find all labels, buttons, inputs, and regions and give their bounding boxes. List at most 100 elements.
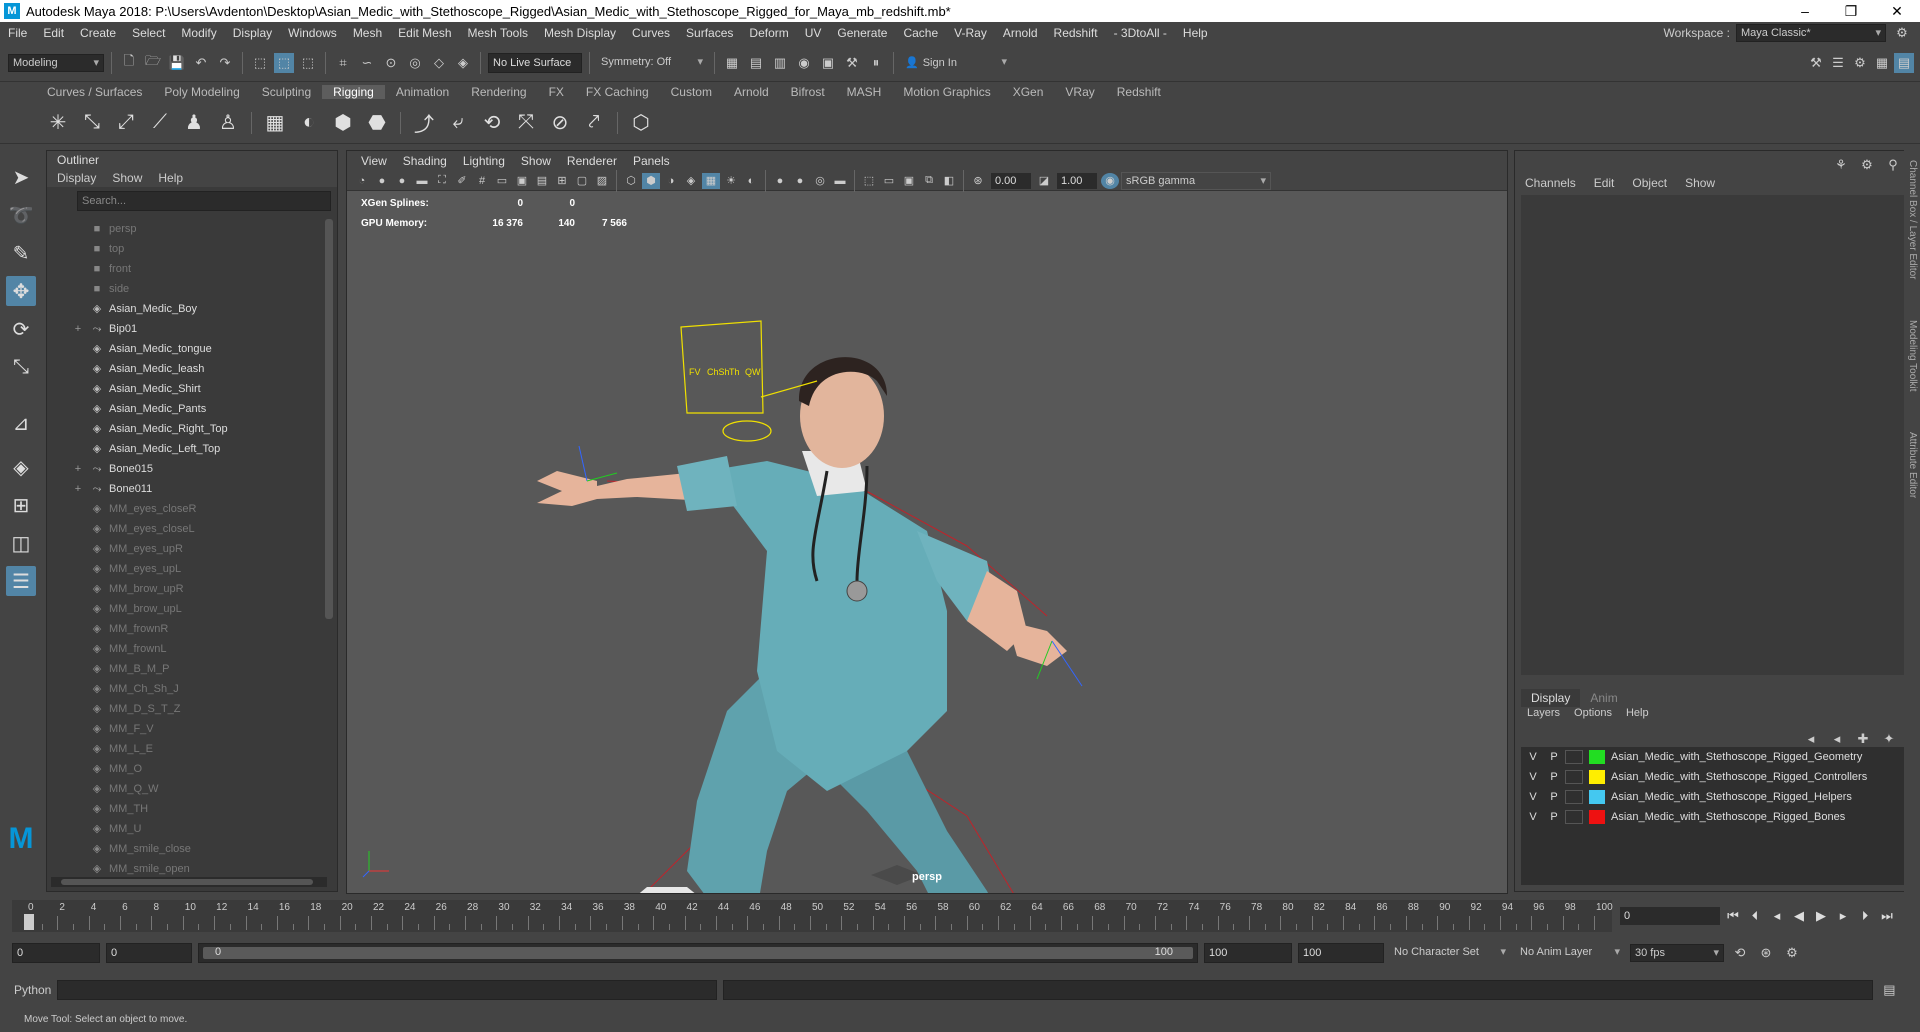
outliner-menu-item[interactable]: Help	[158, 171, 183, 185]
layer-playback-toggle[interactable]: P	[1545, 791, 1563, 803]
outliner-item[interactable]: ◈ MM_TH	[47, 799, 327, 819]
outliner-item[interactable]: ■ side	[47, 279, 327, 299]
outliner-item[interactable]: ◈ MM_D_S_T_Z	[47, 699, 327, 719]
range-slider-bar-fill[interactable]	[203, 947, 1193, 959]
layer-display-type-toggle[interactable]	[1565, 770, 1583, 784]
select-component-icon[interactable]: ⬚	[298, 53, 318, 73]
go-to-end-icon[interactable]: ⏭	[1878, 908, 1896, 924]
menu-item[interactable]: Mesh Tools	[460, 26, 536, 40]
snap-live-icon[interactable]: ◈	[453, 53, 473, 73]
paint-select-tool-icon[interactable]: ✎	[6, 238, 36, 268]
scene-end-field[interactable]: 100	[1298, 943, 1384, 963]
display-layer-row[interactable]: V P Asian_Medic_with_Stethoscope_Rigged_Ge…	[1521, 747, 1905, 767]
redo-icon[interactable]: ↷	[215, 53, 235, 73]
lasso-tool-icon[interactable]: ➰	[6, 200, 36, 230]
auto-key-icon[interactable]: ⊛	[1756, 943, 1776, 963]
open-scene-icon[interactable]: 🗁	[143, 53, 163, 73]
menu-item[interactable]: Edit	[35, 26, 72, 40]
layer-playback-toggle[interactable]: P	[1545, 811, 1563, 823]
point-constraint-icon[interactable]: ⤶	[444, 109, 472, 137]
workspace-dropdown[interactable]: Maya Classic*	[1736, 24, 1886, 42]
shelf-tab[interactable]: FX	[538, 85, 575, 99]
menu-item[interactable]: Help	[1175, 26, 1216, 40]
outliner-hscroll-thumb[interactable]	[61, 879, 313, 885]
outliner-item[interactable]: ◈ MM_eyes_closeL	[47, 519, 327, 539]
channel-box-menu-item[interactable]: Show	[1685, 176, 1715, 190]
command-input[interactable]	[57, 980, 718, 1000]
layer-color-swatch[interactable]	[1589, 770, 1605, 784]
menu-item[interactable]: Deform	[741, 26, 796, 40]
menu-item[interactable]: Arnold	[995, 26, 1046, 40]
menu-item[interactable]: Mesh Display	[536, 26, 624, 40]
shelf-tab[interactable]: Curves / Surfaces	[36, 85, 153, 99]
shelf-tab[interactable]: XGen	[1002, 85, 1055, 99]
layer-playback-toggle[interactable]: P	[1545, 771, 1563, 783]
menu-item[interactable]: File	[0, 26, 35, 40]
go-to-start-icon[interactable]: ⏮	[1724, 908, 1742, 924]
menu-item[interactable]: V-Ray	[946, 26, 995, 40]
quick-rig-icon[interactable]: ♙	[214, 109, 242, 137]
shelf-tab[interactable]: Sculpting	[251, 85, 322, 99]
new-scene-icon[interactable]: 🗋	[119, 53, 139, 73]
layer-display-type-toggle[interactable]	[1565, 790, 1583, 804]
outliner-item[interactable]: ◈ MM_Ch_Sh_J	[47, 679, 327, 699]
attribute-editor-side-tab[interactable]: Attribute Editor	[1907, 432, 1918, 498]
playback-start-field[interactable]: 0	[106, 943, 192, 963]
single-perspective-view-icon[interactable]: ◈	[6, 452, 36, 482]
display-layer-row[interactable]: V P Asian_Medic_with_Stethoscope_Rigged_He…	[1521, 787, 1905, 807]
outliner-persp-layout-icon[interactable]: ☰	[6, 566, 36, 596]
settings-icon[interactable]: ⚙	[1857, 155, 1877, 175]
outliner-item[interactable]: ◈ Asian_Medic_tongue	[47, 339, 327, 359]
render-settings-icon[interactable]: ▥	[770, 53, 790, 73]
layer-menu-item[interactable]: Layers	[1527, 707, 1560, 719]
range-slider[interactable]: 0 100	[198, 943, 1198, 963]
move-tool-icon[interactable]: ✥	[6, 276, 36, 306]
command-language-label[interactable]: Python	[14, 983, 51, 997]
parent-constraint-icon[interactable]: ⤴	[410, 109, 438, 137]
layer-editor-tab[interactable]: Anim	[1580, 689, 1627, 707]
outliner-item[interactable]: ◈ MM_brow_upR	[47, 579, 327, 599]
menu-item[interactable]: Modify	[173, 26, 224, 40]
maximize-button[interactable]: ❐	[1828, 3, 1874, 20]
outliner-item[interactable]: ◈ MM_frownL	[47, 639, 327, 659]
menu-item[interactable]: Surfaces	[678, 26, 741, 40]
perspective-viewport[interactable]: View Shading Lighting Show Renderer Panels ◔ …	[346, 150, 1508, 894]
last-tool-icon[interactable]: ⊿	[6, 408, 36, 438]
new-layer-icon[interactable]: ✦	[1879, 729, 1899, 749]
current-time-marker[interactable]	[24, 914, 34, 930]
symmetry-dropdown[interactable]: Symmetry: Off	[597, 53, 707, 72]
layer-editor-tab[interactable]: Display	[1521, 689, 1581, 707]
modeling-toolkit-side-tab[interactable]: Modeling Toolkit	[1907, 320, 1918, 392]
time-slider[interactable]: 0 2 4 6 8 10 12 14 16 18 20 22 24 26 28 30 32 34 36 38 40 42 4…	[12, 900, 1613, 932]
expand-toggle-icon[interactable]: +	[71, 459, 85, 479]
playback-end-field[interactable]: 100	[1204, 943, 1292, 963]
render-current-frame-icon[interactable]: ▦	[722, 53, 742, 73]
shelf-tab[interactable]: Bifrost	[780, 85, 836, 99]
shelf-tab[interactable]: FX Caching	[575, 85, 660, 99]
expand-toggle-icon[interactable]: +	[71, 319, 85, 339]
outliner-horizontal-scrollbar[interactable]	[51, 877, 327, 887]
step-forward-frame-icon[interactable]: ▸	[1834, 908, 1852, 924]
menu-item[interactable]: Edit Mesh	[390, 26, 459, 40]
menu-item[interactable]: Curves	[624, 26, 678, 40]
play-forwards-icon[interactable]: ▶	[1812, 908, 1830, 924]
shelf-tab[interactable]: Custom	[660, 85, 723, 99]
outliner-search-input[interactable]: Search...	[77, 191, 331, 211]
shelf-tab[interactable]: Animation	[385, 85, 460, 99]
layer-visibility-toggle[interactable]: V	[1521, 771, 1545, 783]
sign-in-button[interactable]: 👤 Sign In	[901, 53, 1011, 72]
menu-item[interactable]: - 3DtoAll -	[1106, 26, 1175, 40]
channel-box-menu-item[interactable]: Channels	[1525, 176, 1576, 190]
sculpt-deformer-icon[interactable]: ⬣	[363, 109, 391, 137]
shelf-tab[interactable]: Rigging	[322, 85, 385, 99]
layer-color-swatch[interactable]	[1589, 790, 1605, 804]
paint-weights-icon[interactable]: ⟋	[146, 109, 174, 137]
move-layer-up-icon[interactable]: ◂	[1801, 729, 1821, 749]
fps-dropdown[interactable]: 30 fps	[1630, 944, 1724, 962]
scale-constraint-icon[interactable]: ⤧	[512, 109, 540, 137]
layer-visibility-toggle[interactable]: V	[1521, 751, 1545, 763]
step-back-frame-icon[interactable]: ◂	[1768, 908, 1786, 924]
menu-item[interactable]: Cache	[895, 26, 946, 40]
scene-start-field[interactable]: 0	[12, 943, 100, 963]
pole-vector-constraint-icon[interactable]: ⤤	[580, 109, 608, 137]
